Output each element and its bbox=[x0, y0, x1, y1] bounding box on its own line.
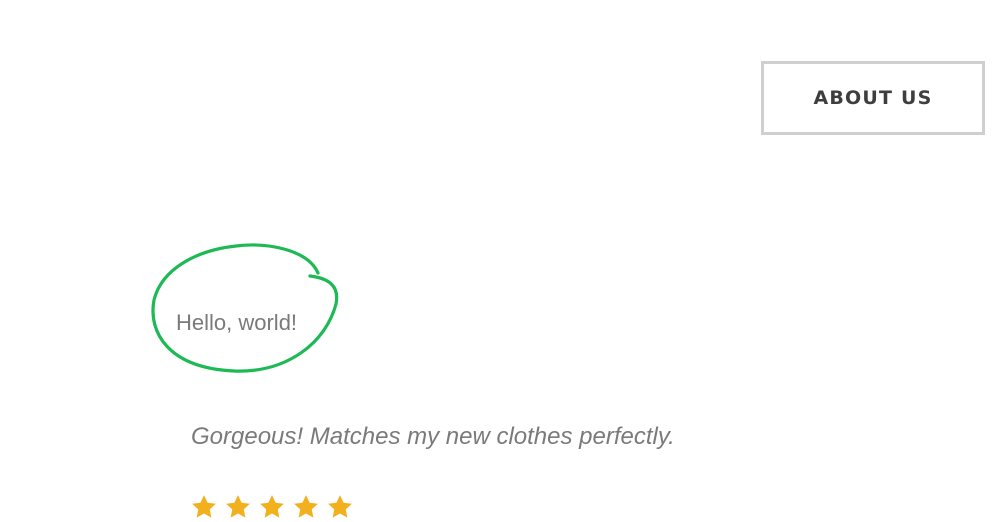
star-icon bbox=[294, 495, 318, 518]
star-icon bbox=[226, 495, 250, 518]
star-rating bbox=[189, 492, 355, 522]
star-icon bbox=[260, 495, 284, 518]
star-icon bbox=[192, 495, 216, 518]
star-icon bbox=[328, 495, 352, 518]
about-us-button[interactable]: ABOUT US bbox=[761, 61, 985, 135]
hand-drawn-circle bbox=[151, 243, 339, 373]
review-quote: Gorgeous! Matches my new clothes perfect… bbox=[191, 423, 675, 450]
circled-greeting: Hello, world! bbox=[148, 240, 344, 376]
greeting-text: Hello, world! bbox=[176, 310, 298, 335]
